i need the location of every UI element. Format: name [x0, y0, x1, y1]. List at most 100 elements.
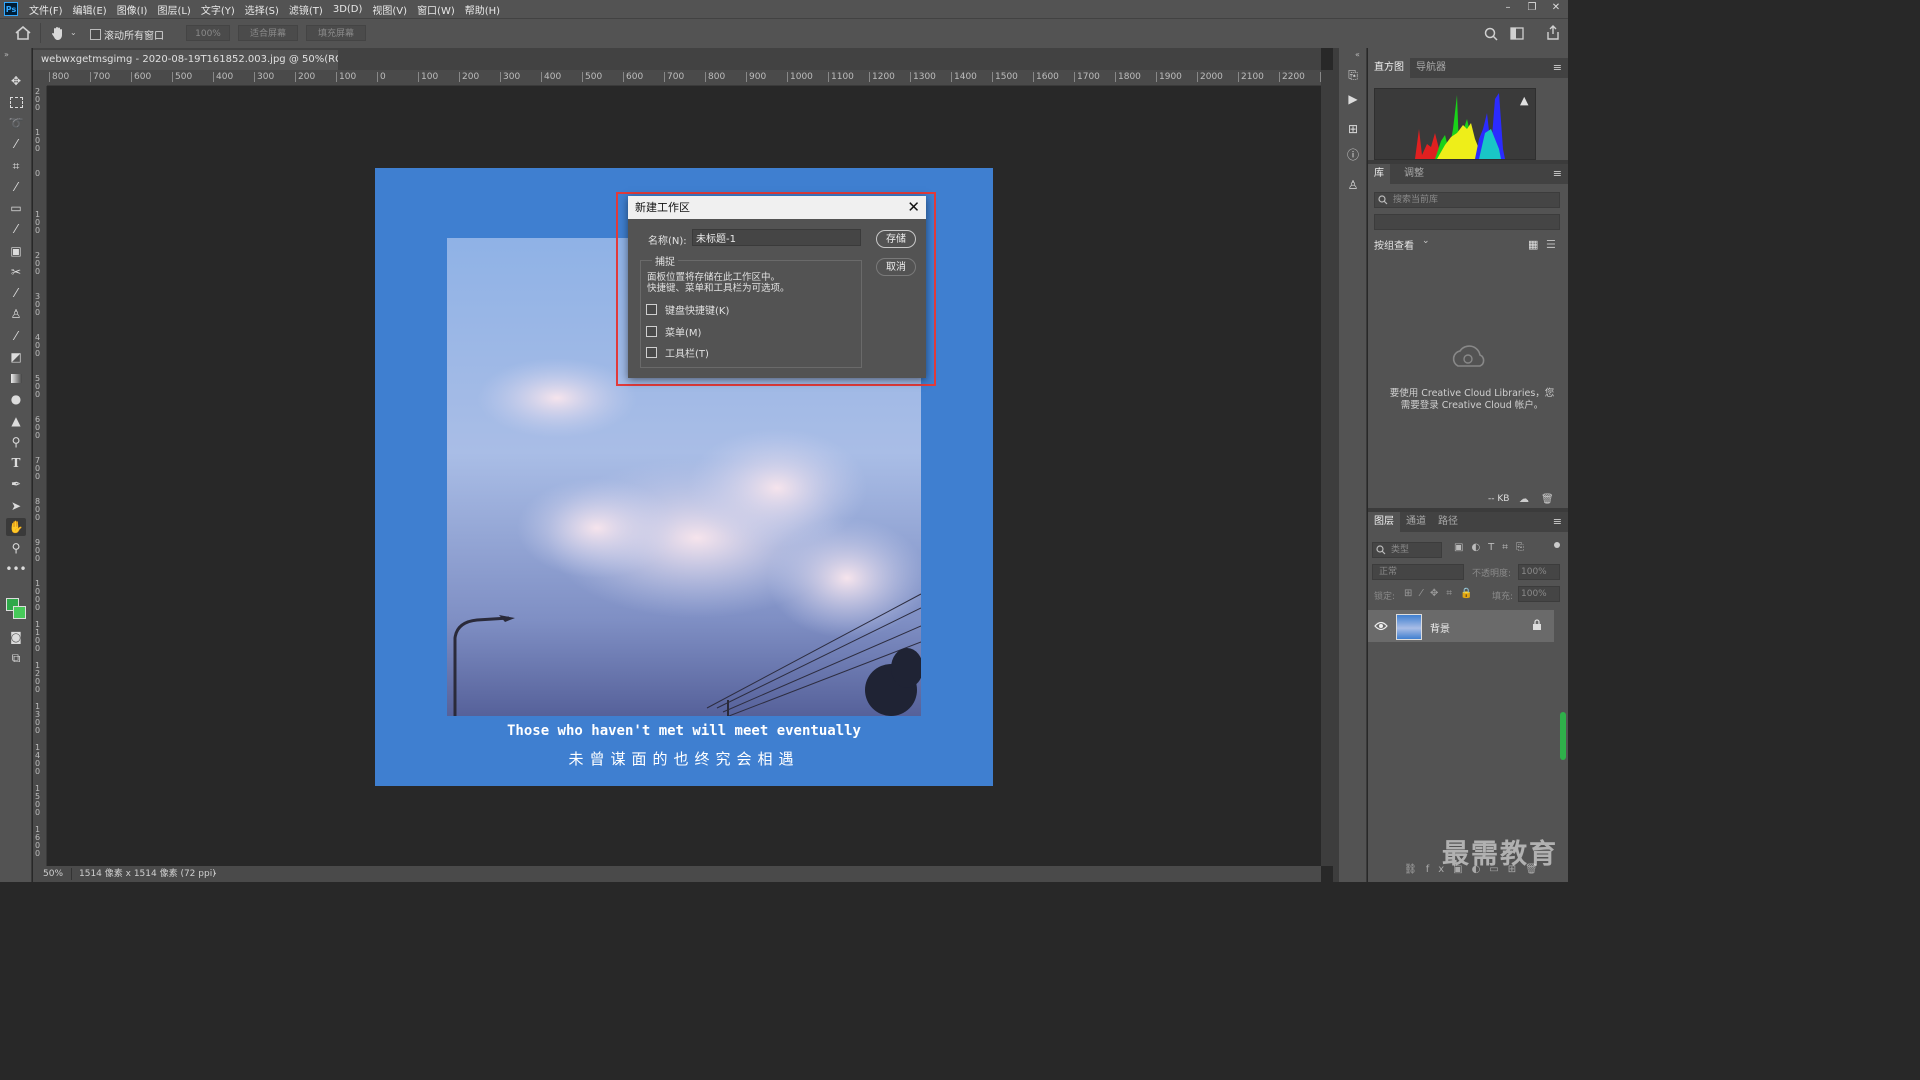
history-panel-icon[interactable]: ⎘	[1345, 68, 1361, 84]
menu-select[interactable]: 选择(S)	[240, 2, 284, 17]
save-button[interactable]: 存储	[876, 230, 916, 248]
blend-mode-select[interactable]: 正常	[1372, 564, 1464, 580]
menu-layer[interactable]: 图层(L)	[152, 2, 195, 17]
menu-image[interactable]: 图像(I)	[112, 2, 153, 17]
hand-tool-icon[interactable]	[50, 25, 66, 41]
collapse-arrows-icon[interactable]: »	[4, 50, 9, 59]
clone-source-panel-icon[interactable]: ♙	[1345, 178, 1361, 194]
menu-edit[interactable]: 编辑(E)	[68, 2, 112, 17]
art-history-tool-icon[interactable]: ⁄	[6, 327, 26, 345]
chevron-down-icon[interactable]: ⌄	[1422, 236, 1430, 246]
dodge-tool-icon[interactable]: ⚲	[6, 433, 26, 451]
blur-tool-icon[interactable]: ●	[6, 390, 26, 408]
zoom-100-button[interactable]: 100%	[186, 25, 230, 41]
warning-icon[interactable]: ▲	[1520, 94, 1528, 107]
layer-name[interactable]: 背景	[1430, 620, 1450, 635]
hand-tool-active-icon[interactable]: ✋	[6, 518, 26, 536]
type-tool-icon[interactable]: T	[6, 454, 26, 472]
fit-screen-button[interactable]: 适合屏幕	[238, 25, 298, 41]
actions-panel-icon[interactable]: ▶	[1345, 92, 1361, 108]
vertical-scrollbar[interactable]	[1321, 70, 1333, 866]
sharpen-tool-icon[interactable]: ▲	[6, 412, 26, 430]
zoom-tool-icon[interactable]: ⚲	[6, 539, 26, 557]
menu-3d[interactable]: 3D(D)	[328, 4, 368, 15]
menu-file[interactable]: 文件(F)	[24, 2, 68, 17]
tab-adjustments[interactable]: 调整	[1398, 164, 1430, 184]
restore-icon[interactable]: ❐	[1520, 0, 1544, 18]
lock-options-icons[interactable]: ⊞⁄✥⌗🔒	[1404, 588, 1481, 599]
cancel-button[interactable]: 取消	[876, 258, 916, 276]
grid-view-icon[interactable]: ▦	[1528, 238, 1538, 251]
workspace-name-input[interactable]	[692, 229, 861, 246]
pen-tool-icon[interactable]: ✒	[6, 475, 26, 493]
scroll-all-windows-checkbox[interactable]	[90, 29, 101, 40]
tab-navigator[interactable]: 导航器	[1410, 58, 1452, 78]
close-window-icon[interactable]: ✕	[1544, 0, 1568, 18]
panel-menu-icon[interactable]: ≡	[1553, 515, 1562, 528]
tab-layers[interactable]: 图层	[1368, 512, 1400, 532]
toolbar-option[interactable]: 工具栏(T)	[646, 345, 709, 360]
magic-wand-tool-icon[interactable]: ⁄	[6, 135, 26, 153]
status-menu-arrow-icon[interactable]: ›	[213, 866, 217, 882]
keyboard-shortcuts-option[interactable]: 键盘快捷键(K)	[646, 302, 729, 317]
info-panel-icon[interactable]: ⓘ	[1345, 146, 1361, 162]
gradient-tool-icon[interactable]	[6, 369, 26, 387]
background-color-swatch[interactable]	[13, 606, 26, 619]
path-selection-tool-icon[interactable]: ➤	[6, 497, 26, 515]
list-view-icon[interactable]: ☰	[1546, 238, 1556, 251]
marquee-tool-icon[interactable]	[6, 93, 26, 111]
quick-mask-icon[interactable]: ◙	[6, 628, 26, 646]
eye-icon[interactable]	[1374, 621, 1388, 631]
menu-view[interactable]: 视图(V)	[367, 2, 412, 17]
brush-tool-icon[interactable]: ⁄	[6, 220, 26, 238]
fill-screen-button[interactable]: 填充屏幕	[306, 25, 366, 41]
close-icon[interactable]: ✕	[907, 198, 920, 217]
eraser-tool-icon[interactable]: ◩	[6, 348, 26, 366]
screen-mode-icon[interactable]: ⧉	[6, 649, 26, 667]
menu-type[interactable]: 文字(Y)	[196, 2, 240, 17]
panel-menu-icon[interactable]: ≡	[1553, 167, 1562, 180]
paint-brush-tool-icon[interactable]: ⁄	[6, 284, 26, 302]
clone-stamp-tool-icon[interactable]: ▣	[6, 242, 26, 260]
crop-tool-icon[interactable]: ⌗	[6, 157, 26, 175]
group-view-dropdown[interactable]: 按组查看	[1374, 237, 1414, 252]
menu-window[interactable]: 窗口(W)	[412, 2, 460, 17]
properties-panel-icon[interactable]: ⊞	[1345, 122, 1361, 138]
tab-paths[interactable]: 路径	[1432, 512, 1464, 532]
eyedropper-tool-icon[interactable]: ⁄	[6, 178, 26, 196]
share-icon[interactable]	[1546, 25, 1560, 40]
vertical-ruler[interactable]: 200 100 0 100 200 300 400 500 600 700 800 900 1000 11…	[33, 86, 47, 866]
tab-library[interactable]: 库	[1368, 164, 1390, 184]
panel-scrollbar[interactable]	[1560, 712, 1566, 760]
cloud-sync-icon[interactable]: ☁	[1519, 494, 1529, 505]
tab-histogram[interactable]: 直方图	[1368, 58, 1410, 78]
library-search-input[interactable]: 搜索当前库	[1374, 192, 1560, 208]
panel-menu-icon[interactable]: ≡	[1553, 61, 1562, 74]
opacity-input[interactable]: 100%	[1518, 564, 1560, 580]
lasso-tool-icon[interactable]: ➰	[6, 114, 26, 132]
more-tools-icon[interactable]: •••	[5, 560, 26, 578]
menus-option[interactable]: 菜单(M)	[646, 324, 701, 339]
keyboard-shortcuts-checkbox[interactable]	[646, 303, 657, 315]
toolbar-checkbox[interactable]	[646, 346, 657, 358]
collapse-arrows-icon[interactable]: «	[1355, 50, 1360, 59]
library-select[interactable]	[1374, 214, 1560, 230]
menu-help[interactable]: 帮助(H)	[460, 2, 505, 17]
home-icon[interactable]	[15, 26, 31, 40]
workspace-icon[interactable]	[1510, 27, 1524, 40]
filter-toggle-icon[interactable]	[1554, 542, 1560, 548]
minimize-icon[interactable]: –	[1496, 0, 1520, 18]
trash-icon[interactable]: 🗑	[1541, 494, 1554, 505]
move-tool-icon[interactable]: ✥	[6, 72, 26, 90]
layer-filter-icons[interactable]: ▣◐T⌗⎘	[1454, 542, 1532, 553]
stamp-tool-icon[interactable]: ♙	[6, 305, 26, 323]
tab-channels[interactable]: 通道	[1400, 512, 1432, 532]
menus-checkbox[interactable]	[646, 325, 657, 337]
document-tab[interactable]: webwxgetmsgimg - 2020-08-19T161852.003.j…	[33, 50, 338, 70]
fill-input[interactable]: 100%	[1518, 586, 1560, 602]
horizontal-ruler[interactable]: 800 700 600 500 400 300 200 100 0 100 200 300 400 500…	[47, 70, 1321, 86]
menu-filter[interactable]: 滤镜(T)	[284, 2, 328, 17]
chevron-down-icon[interactable]: ⌄	[70, 28, 77, 37]
spot-healing-tool-icon[interactable]: ▭	[6, 199, 26, 217]
search-icon[interactable]	[1484, 27, 1498, 41]
